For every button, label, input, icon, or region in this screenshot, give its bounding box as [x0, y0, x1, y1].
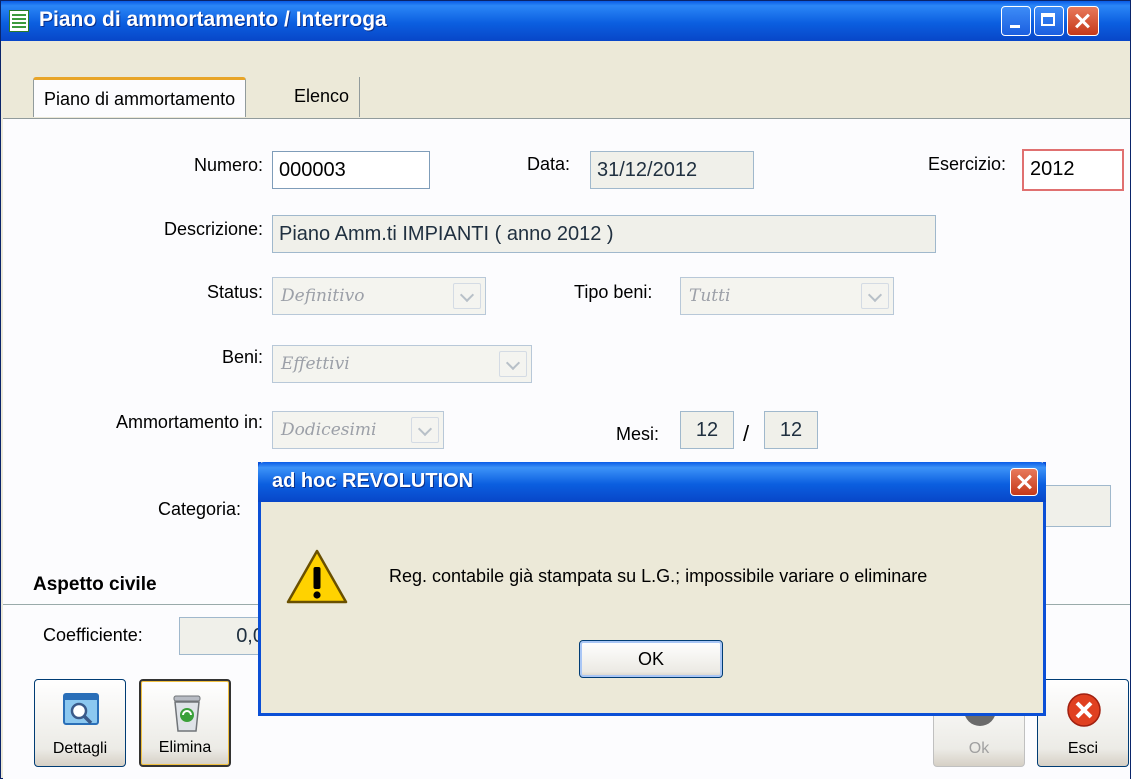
alert-dialog: ad hoc REVOLUTION Reg. contabile già sta…	[258, 462, 1046, 716]
beni-value: Effettivi	[281, 354, 350, 374]
tipo-beni-label: Tipo beni:	[574, 282, 653, 302]
mesi-from-field[interactable]: 12	[680, 411, 734, 449]
elimina-button[interactable]: Elimina	[139, 679, 231, 767]
dialog-close-button[interactable]	[1010, 468, 1038, 496]
close-button[interactable]	[1067, 6, 1099, 36]
coefficiente-label: Coefficiente:	[43, 625, 143, 645]
window-title: Piano di ammortamento / Interroga	[39, 8, 387, 31]
dettagli-label: Dettagli	[52, 740, 108, 757]
dialog-ok-button[interactable]: OK	[579, 640, 723, 678]
dialog-message: Reg. contabile già stampata su L.G.; imp…	[389, 566, 928, 586]
esercizio-field[interactable]: 2012	[1022, 149, 1124, 191]
beni-label: Beni:	[221, 347, 263, 367]
ammortamento-label: Ammortamento in:	[115, 412, 263, 432]
app-icon	[9, 10, 29, 32]
beni-select[interactable]: Effettivi	[272, 345, 532, 383]
ammortamento-select[interactable]: Dodicesimi	[272, 411, 444, 449]
chevron-down-icon[interactable]	[411, 417, 439, 443]
tipo-beni-value: Tutti	[689, 286, 731, 306]
dialog-title-bar[interactable]: ad hoc REVOLUTION	[258, 462, 1046, 502]
numero-field[interactable]: 000003	[272, 151, 430, 189]
magnifier-icon	[63, 692, 99, 728]
mesi-label: Mesi:	[616, 424, 660, 444]
dialog-title: ad hoc REVOLUTION	[272, 470, 474, 492]
ammortamento-value: Dodicesimi	[281, 420, 377, 440]
descrizione-field[interactable]: Piano Amm.ti IMPIANTI ( anno 2012 )	[272, 215, 936, 253]
elimina-label: Elimina	[158, 739, 212, 756]
data-label: Data:	[527, 154, 571, 174]
chevron-down-icon[interactable]	[453, 283, 481, 309]
coefficiente-field[interactable]: 0,0	[179, 617, 269, 655]
numero-label: Numero:	[193, 155, 263, 175]
esci-button[interactable]: Esci	[1037, 679, 1129, 767]
status-value: Definitivo	[281, 286, 365, 306]
minimize-button[interactable]	[1001, 6, 1031, 36]
mesi-separator: /	[743, 421, 750, 446]
title-bar[interactable]: Piano di ammortamento / Interroga	[1, 1, 1130, 41]
descrizione-label: Descrizione:	[163, 219, 263, 239]
tab-strip: Piano di ammortamento Elenco	[1, 41, 1130, 119]
ok-label: Ok	[968, 740, 990, 757]
categoria-field-right[interactable]	[1043, 485, 1111, 527]
maximize-button[interactable]	[1034, 6, 1064, 36]
dettagli-button[interactable]: Dettagli	[34, 679, 126, 767]
recycle-bin-icon	[169, 693, 205, 732]
chevron-down-icon[interactable]	[861, 283, 889, 309]
status-select[interactable]: Definitivo	[272, 277, 486, 315]
chevron-down-icon[interactable]	[499, 351, 527, 377]
esci-label: Esci	[1067, 740, 1099, 757]
esercizio-label: Esercizio:	[928, 154, 1007, 174]
aspetto-civile-heading: Aspetto civile	[33, 574, 157, 595]
exit-icon	[1066, 692, 1102, 728]
tipo-beni-select[interactable]: Tutti	[680, 277, 894, 315]
mesi-to-field[interactable]: 12	[764, 411, 818, 449]
warning-icon	[285, 548, 349, 606]
status-label: Status:	[206, 282, 263, 302]
categoria-label: Categoria:	[158, 499, 242, 519]
tab-piano-di-ammortamento[interactable]: Piano di ammortamento	[33, 77, 247, 117]
data-field[interactable]: 31/12/2012	[590, 151, 754, 189]
tab-elenco[interactable]: Elenco	[286, 77, 361, 117]
